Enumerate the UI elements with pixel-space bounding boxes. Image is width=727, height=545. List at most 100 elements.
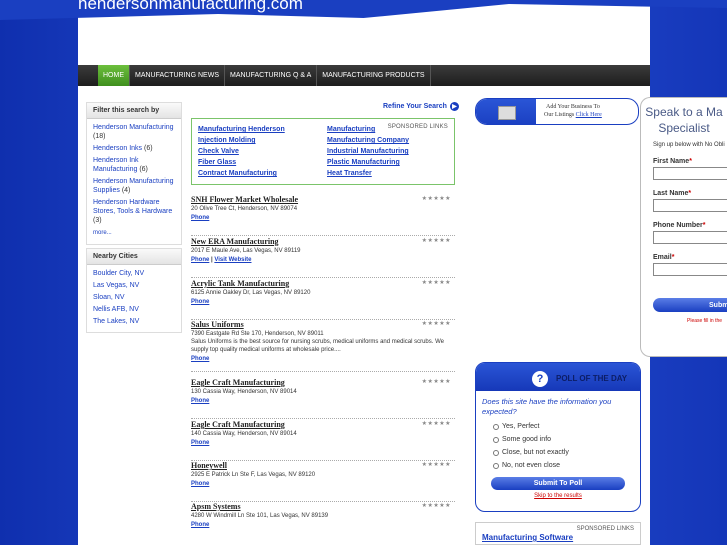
skip-to-results-link[interactable]: Skip to the results: [476, 493, 640, 499]
refine-search[interactable]: Refine Your Search ▶: [383, 102, 459, 111]
phone-link[interactable]: Phone: [191, 215, 209, 221]
phone-link[interactable]: Phone: [191, 299, 209, 305]
phone-link[interactable]: Phone: [191, 522, 209, 528]
poll-option[interactable]: Close, but not exactly: [476, 449, 640, 456]
sponsored-link[interactable]: Heat Transfer: [327, 170, 372, 177]
listing-item: Apsm Systems ★★★★★ 4280 W Windmill Ln St…: [191, 502, 455, 543]
phone-link[interactable]: Phone: [191, 257, 209, 263]
listing-links: Phone: [191, 398, 455, 404]
poll-option[interactable]: No, not even close: [476, 462, 640, 469]
phone-link[interactable]: Phone: [191, 440, 209, 446]
listing-address: 6125 Annie Oakley Dr, Las Vegas, NV 8912…: [191, 290, 311, 296]
email-text: Email: [653, 254, 672, 261]
radio-button[interactable]: [493, 462, 499, 469]
nearby-city-link[interactable]: Las Vegas, NV: [93, 282, 139, 289]
radio-button[interactable]: [493, 423, 499, 430]
last-name-field[interactable]: [653, 199, 727, 212]
sponsored-link[interactable]: Industrial Manufacturing: [327, 148, 409, 155]
sponsored-label: SPONSORED LINKS: [576, 526, 634, 532]
filter-item: more...: [93, 228, 175, 238]
poll-widget: ? POLL OF THE DAY Does this site have th…: [475, 362, 641, 512]
listing-item: New ERA Manufacturing ★★★★★ 2017 E Maule…: [191, 237, 455, 278]
filter-more-link[interactable]: more...: [93, 230, 112, 236]
phone-link[interactable]: Phone: [191, 481, 209, 487]
listing-description: Salus Uniforms is the best source for nu…: [191, 339, 444, 353]
filter-link[interactable]: Henderson Ink Manufacturing: [93, 157, 139, 173]
click-here-link[interactable]: Click Here: [576, 112, 602, 118]
star-rating: ★★★★★: [421, 421, 451, 427]
filter-link[interactable]: Henderson Manufacturing: [93, 124, 174, 131]
listing-links: Phone: [191, 356, 455, 362]
submit-button[interactable]: Subm: [653, 298, 727, 312]
nearby-cities-box: Nearby Cities Boulder City, NV Las Vegas…: [86, 248, 182, 333]
site-title[interactable]: hendersonmanufacturing.com: [78, 0, 303, 14]
poll-option-label: No, not even close: [502, 462, 560, 469]
phone-link[interactable]: Phone: [191, 356, 209, 362]
listing-title[interactable]: Acrylic Tank Manufacturing: [191, 279, 455, 288]
listing-title[interactable]: Eagle Craft Manufacturing: [191, 420, 455, 429]
sponsored-link[interactable]: Manufacturing: [327, 126, 375, 133]
filter-count: (3): [93, 217, 102, 224]
listing-title[interactable]: Honeywell: [191, 461, 455, 470]
poll-option[interactable]: Yes, Perfect: [476, 423, 640, 430]
add-business-banner[interactable]: Add Your Business To Our Listings Click …: [475, 98, 639, 125]
poll-title: POLL OF THE DAY: [556, 374, 628, 383]
last-name-text: Last Name: [653, 190, 689, 197]
filter-link[interactable]: Henderson Inks: [93, 145, 142, 152]
first-name-field[interactable]: [653, 167, 727, 180]
speak-to-specialist-form: Speak to a Ma Specialist Sign up below w…: [640, 97, 727, 357]
nav-home[interactable]: HOME: [98, 65, 130, 86]
nearby-city-link[interactable]: Nellis AFB, NV: [93, 306, 139, 313]
listing-title[interactable]: Eagle Craft Manufacturing: [191, 378, 455, 387]
poll-question: Does this site have the information you …: [482, 397, 612, 416]
listing-title[interactable]: Salus Uniforms: [191, 320, 455, 329]
question-mark-icon: ?: [532, 371, 548, 387]
listing-title[interactable]: New ERA Manufacturing: [191, 237, 455, 246]
sponsored-link[interactable]: Contract Manufacturing: [198, 170, 277, 177]
submit-poll-button[interactable]: Submit To Poll: [491, 477, 625, 490]
listing-links: Phone: [191, 481, 455, 487]
sponsored-links-box: SPONSORED LINKS Manufacturing Henderson …: [191, 118, 455, 185]
radio-button[interactable]: [493, 436, 499, 443]
star-rating: ★★★★★: [421, 238, 451, 244]
sponsored-link[interactable]: Plastic Manufacturing: [327, 159, 400, 166]
visit-website-link[interactable]: Visit Website: [214, 257, 251, 263]
listing-title[interactable]: SNH Flower Market Wholesale: [191, 195, 455, 204]
poll-option[interactable]: Some good info: [476, 436, 640, 443]
sponsored-link[interactable]: Manufacturing Company: [327, 137, 409, 144]
nearby-city-link[interactable]: Boulder City, NV: [93, 270, 144, 277]
filter-link[interactable]: Henderson Hardware Stores, Tools & Hardw…: [93, 199, 172, 215]
star-rating: ★★★★★: [421, 462, 451, 468]
sponsored-link[interactable]: Manufacturing Henderson: [198, 126, 285, 133]
phone-field[interactable]: [653, 231, 727, 244]
nav-manufacturing-news[interactable]: MANUFACTURING NEWS: [130, 65, 225, 86]
nearby-city-link[interactable]: The Lakes, NV: [93, 318, 139, 325]
listing-links: Phone: [191, 215, 455, 221]
sponsored-links-right: SPONSORED LINKS Manufacturing Software: [475, 522, 641, 545]
listing-item: Salus Uniforms ★★★★★ 7390 Eastgate Rd St…: [191, 320, 455, 372]
sponsored-link[interactable]: Check Valve: [198, 148, 239, 155]
radio-button[interactable]: [493, 449, 499, 456]
sponsored-link[interactable]: Injection Molding: [198, 137, 256, 144]
listing-address: 4280 W Windmill Ln Ste 101, Las Vegas, N…: [191, 513, 329, 519]
star-rating: ★★★★★: [421, 379, 451, 385]
add-business-text: Add Your Business To Our Listings Click …: [544, 103, 602, 119]
filter-link[interactable]: Henderson Manufacturing Supplies: [93, 178, 174, 194]
listing-address: 7390 Eastgate Rd Ste 170, Henderson, NV …: [191, 331, 324, 337]
sponsored-link[interactable]: Manufacturing Software: [482, 533, 573, 542]
nearby-city-link[interactable]: Sloan, NV: [93, 294, 125, 301]
first-name-text: First Name: [653, 158, 690, 165]
filter-list: Henderson Manufacturing (18) Henderson I…: [87, 119, 181, 244]
phone-label: Phone Number*: [641, 222, 727, 229]
phone-link[interactable]: Phone: [191, 398, 209, 404]
poll-option-label: Yes, Perfect: [502, 423, 540, 430]
arrow-right-icon: ▶: [449, 102, 459, 111]
nav-manufacturing-products[interactable]: MANUFACTURING PRODUCTS: [317, 65, 431, 86]
poll-option-label: Some good info: [502, 436, 552, 443]
filter-count: (6): [139, 166, 148, 173]
main-nav: HOME MANUFACTURING NEWS MANUFACTURING Q …: [78, 65, 650, 86]
email-field[interactable]: [653, 263, 727, 276]
sponsored-link[interactable]: Fiber Glass: [198, 159, 236, 166]
nav-manufacturing-qa[interactable]: MANUFACTURING Q & A: [225, 65, 318, 86]
listing-title[interactable]: Apsm Systems: [191, 502, 455, 511]
